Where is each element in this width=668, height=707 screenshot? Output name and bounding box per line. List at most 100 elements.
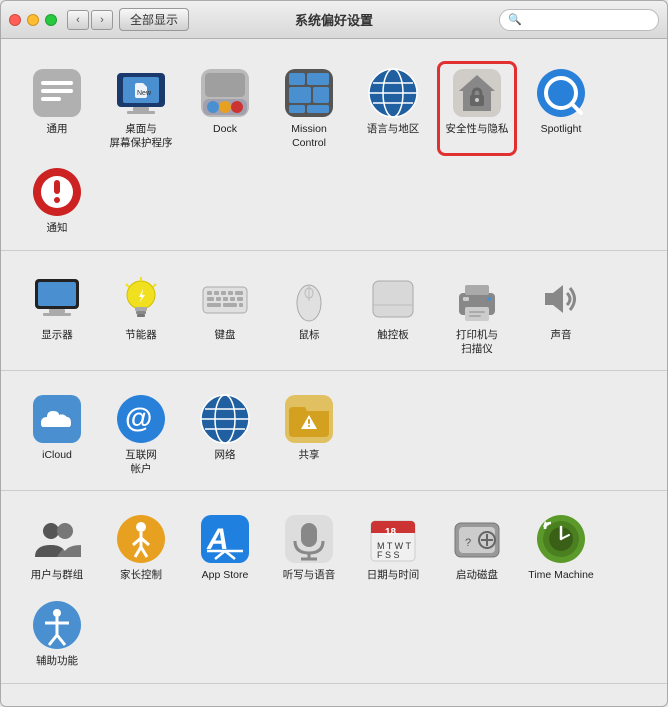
svg-text:New: New [137,90,152,97]
datetime-icon: 18 M T W T F S S [367,513,419,565]
personal-grid: 通用 New [17,57,651,246]
forward-button[interactable]: › [91,10,113,30]
display-icon [31,273,83,325]
internet-accounts-label: 互联网帐户 [125,449,157,476]
maximize-button[interactable] [45,14,57,26]
nav-buttons: ‹ › [67,10,113,30]
pref-dictation[interactable]: 听写与语音 [269,507,349,589]
minimize-button[interactable] [27,14,39,26]
svg-text:F S S: F S S [377,550,400,560]
appstore-icon: A [199,513,251,565]
mission-control-label: MissionControl [291,123,327,150]
pref-users[interactable]: 用户与群组 [17,507,97,589]
pref-keyboard[interactable]: 键盘 [185,267,265,362]
dock-label: Dock [213,123,237,137]
close-button[interactable] [9,14,21,26]
pref-internet-accounts[interactable]: @ 互联网帐户 [101,387,181,482]
pref-sound[interactable]: 声音 [521,267,601,362]
icloud-icon [31,393,83,445]
notification-label: 通知 [47,222,68,236]
pref-desktop[interactable]: New 桌面与屏幕保护程序 [101,61,181,156]
pref-profiles[interactable]: 描述文件 [17,700,97,706]
trackpad-label: 触控板 [377,329,409,343]
notification-icon [31,166,83,218]
dock-icon [199,67,251,119]
users-icon [31,513,83,565]
internet-accounts-icon: @ [115,393,167,445]
pref-trackpad[interactable]: 触控板 [353,267,433,362]
pref-timemachine[interactable]: Time Machine [521,507,601,589]
parental-label: 家长控制 [120,569,162,583]
pref-display[interactable]: 显示器 [17,267,97,362]
keyboard-label: 键盘 [215,329,236,343]
section-other: 描述文件 [1,688,667,706]
language-icon [367,67,419,119]
pref-printer[interactable]: 打印机与扫描仪 [437,267,517,362]
spotlight-icon [535,67,587,119]
accessibility-label: 辅助功能 [36,655,78,669]
search-input[interactable] [526,13,656,27]
desktop-label: 桌面与屏幕保护程序 [110,123,173,150]
pref-icloud[interactable]: iCloud [17,387,97,482]
pref-sharing[interactable]: 共享 [269,387,349,482]
users-label: 用户与群组 [31,569,84,583]
printer-label: 打印机与扫描仪 [456,329,498,356]
window-title: 系统偏好设置 [295,10,373,29]
startup-icon: ? [451,513,503,565]
section-hardware: 显示器 [1,255,667,371]
titlebar: ‹ › 全部显示 系统偏好设置 🔍 [1,1,667,39]
sound-icon [535,273,587,325]
parental-icon [115,513,167,565]
timemachine-label: Time Machine [528,569,594,583]
pref-mouse[interactable]: 鼠标 [269,267,349,362]
pref-datetime[interactable]: 18 M T W T F S S 日期与时间 [353,507,433,589]
pref-startup[interactable]: ? 启动磁盘 [437,507,517,589]
pref-security[interactable]: 安全性与隐私 [437,61,517,156]
network-label: 网络 [215,449,236,463]
pref-network[interactable]: 网络 [185,387,265,482]
security-icon [451,67,503,119]
energy-icon [115,273,167,325]
svg-text:?: ? [465,537,471,549]
pref-parental[interactable]: 家长控制 [101,507,181,589]
show-all-button[interactable]: 全部显示 [119,8,189,31]
main-window: ‹ › 全部显示 系统偏好设置 🔍 [0,0,668,707]
trackpad-icon [367,273,419,325]
sharing-label: 共享 [299,449,320,463]
appstore-label: App Store [202,569,249,583]
startup-label: 启动磁盘 [456,569,498,583]
pref-energy[interactable]: 节能器 [101,267,181,362]
desktop-icon: New [115,67,167,119]
language-label: 语言与地区 [367,123,420,137]
sound-label: 声音 [551,329,572,343]
mouse-icon [283,273,335,325]
dictation-icon [283,513,335,565]
other-grid: 描述文件 [17,696,651,706]
pref-notification[interactable]: 通知 [17,160,97,242]
icloud-label: iCloud [42,449,72,463]
energy-label: 节能器 [125,329,157,343]
sharing-icon [283,393,335,445]
pref-accessibility[interactable]: 辅助功能 [17,593,97,675]
pref-mission-control[interactable]: MissionControl [269,61,349,156]
pref-spotlight[interactable]: Spotlight [521,61,601,156]
dictation-label: 听写与语音 [283,569,336,583]
internet-grid: iCloud @ 互联网帐户 [17,383,651,486]
traffic-lights [9,14,57,26]
search-box[interactable]: 🔍 [499,9,659,31]
display-label: 显示器 [41,329,73,343]
network-icon [199,393,251,445]
general-label: 通用 [47,123,68,137]
pref-language[interactable]: 语言与地区 [353,61,433,156]
keyboard-icon [199,273,251,325]
pref-dock[interactable]: Dock [185,61,265,156]
back-button[interactable]: ‹ [67,10,89,30]
pref-appstore[interactable]: A App Store [185,507,265,589]
content-area: 通用 New [1,39,667,706]
pref-general[interactable]: 通用 [17,61,97,156]
mouse-label: 鼠标 [299,329,320,343]
system-grid: 用户与群组 [17,503,651,678]
general-icon [31,67,83,119]
search-icon: 🔍 [508,13,522,26]
spotlight-label: Spotlight [541,123,582,137]
